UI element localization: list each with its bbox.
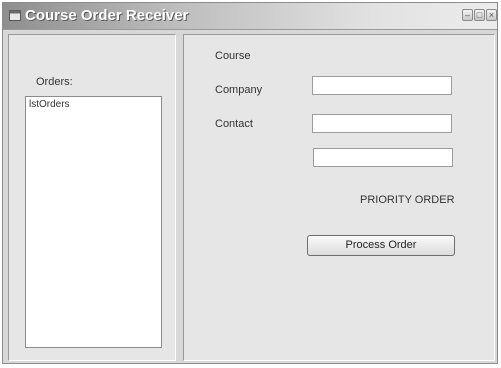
course-label: Course: [215, 50, 251, 62]
priority-order-label: PRIORITY ORDER: [360, 194, 455, 206]
close-icon[interactable]: ×: [486, 9, 497, 21]
window-title: Course Order Receiver: [25, 7, 189, 24]
orders-listbox[interactable]: lstOrders: [25, 96, 162, 348]
app-icon: [9, 10, 21, 21]
minimize-icon[interactable]: –: [462, 9, 473, 21]
process-order-button[interactable]: Process Order: [307, 235, 455, 256]
order-form-panel: Course Company Contact PRIORITY ORDER Pr…: [183, 34, 495, 361]
title-bar[interactable]: Course Order Receiver – □ ×: [3, 3, 497, 30]
maximize-icon[interactable]: □: [474, 9, 485, 21]
contact-input[interactable]: [313, 148, 453, 167]
company-label: Company: [215, 84, 263, 96]
orders-label: Orders:: [36, 76, 73, 88]
list-item[interactable]: lstOrders: [29, 99, 158, 110]
course-input[interactable]: [312, 76, 452, 95]
orders-panel: Orders: lstOrders: [8, 34, 176, 361]
app-window: Course Order Receiver – □ × Orders: lstO…: [2, 2, 498, 364]
company-input[interactable]: [312, 114, 452, 133]
contact-label: Contact: [215, 118, 253, 130]
